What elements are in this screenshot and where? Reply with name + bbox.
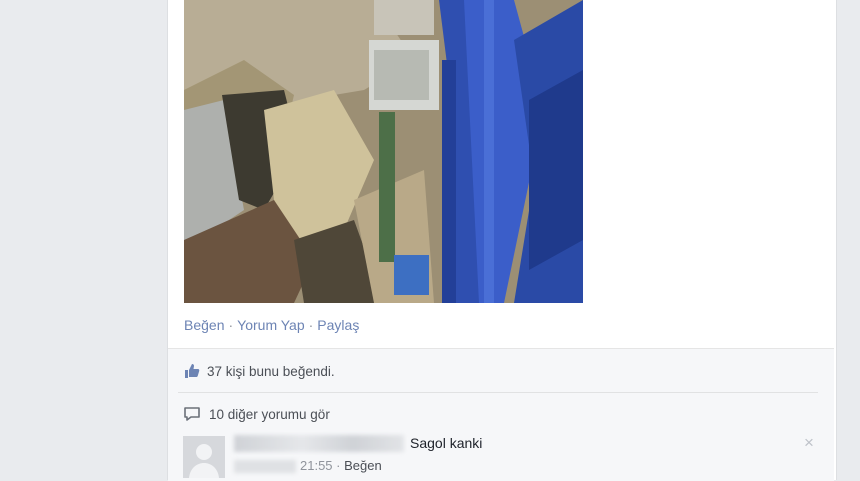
default-avatar-icon bbox=[183, 436, 225, 478]
comment-link[interactable]: Yorum Yap bbox=[237, 317, 304, 333]
blurred-author-name bbox=[234, 435, 404, 452]
likes-count-text[interactable]: 37 kişi bunu beğendi. bbox=[207, 364, 335, 379]
likes-summary: 37 kişi bunu beğendi. bbox=[183, 361, 335, 381]
thumbs-up-icon bbox=[183, 362, 201, 380]
share-link[interactable]: Paylaş bbox=[317, 317, 359, 333]
more-comments-link[interactable]: 10 diğer yorumu gör bbox=[209, 407, 330, 422]
comment-time[interactable]: 21:55 bbox=[300, 458, 333, 473]
separator-dot: · bbox=[228, 317, 234, 333]
comment-meta: 21:55 · Beğen bbox=[234, 458, 382, 474]
like-link[interactable]: Beğen bbox=[184, 317, 224, 333]
post-actions: Beğen · Yorum Yap · Paylaş bbox=[184, 317, 359, 333]
avatar[interactable] bbox=[183, 436, 225, 478]
view-more-comments[interactable]: 10 diğer yorumu gör bbox=[183, 404, 330, 424]
blurred-date bbox=[234, 460, 296, 474]
separator-dot: · bbox=[336, 458, 341, 473]
comment-like-link[interactable]: Beğen bbox=[344, 458, 382, 473]
crane-construction-photo bbox=[184, 0, 583, 303]
post-photo[interactable] bbox=[184, 0, 583, 303]
close-icon[interactable]: × bbox=[804, 433, 814, 453]
comment-text: Sagol kanki bbox=[410, 435, 483, 451]
speech-bubble-icon bbox=[183, 405, 201, 423]
separator-dot: · bbox=[308, 317, 314, 333]
divider bbox=[178, 392, 818, 393]
